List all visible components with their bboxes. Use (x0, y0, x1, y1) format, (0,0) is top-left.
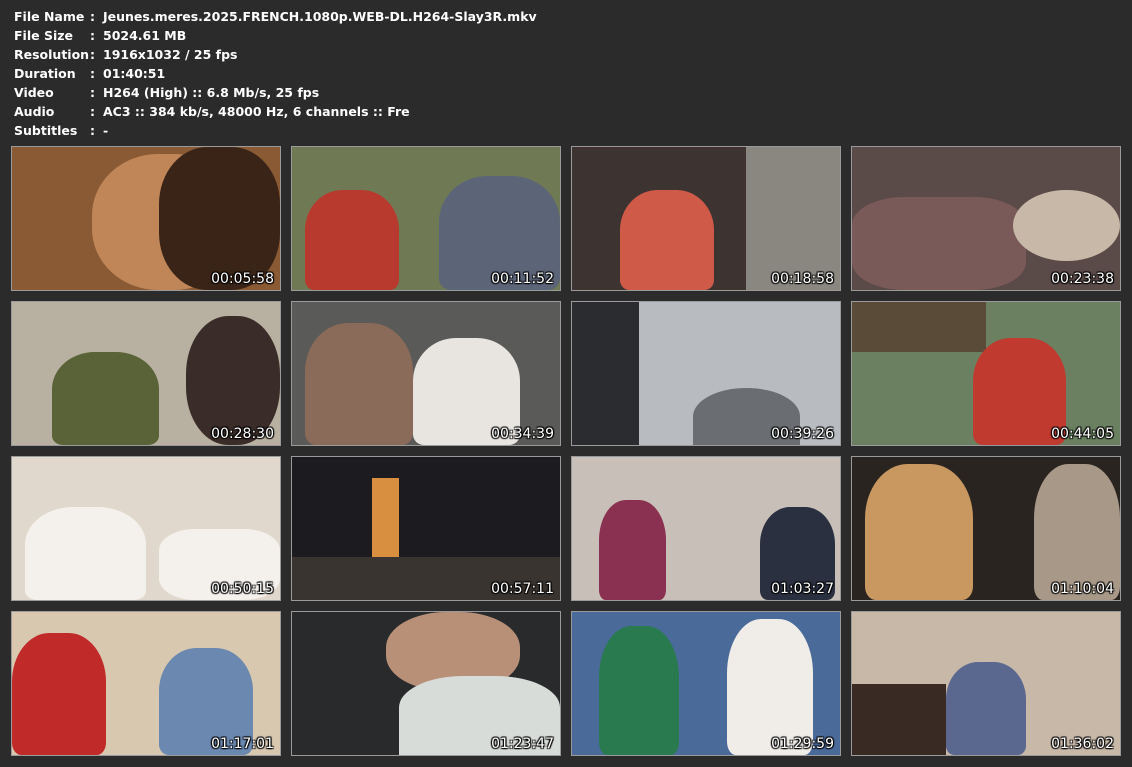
thumbnail-timestamp: 01:10:04 (1051, 581, 1114, 597)
info-label: Audio (14, 104, 55, 119)
info-separator: : (90, 28, 95, 43)
info-separator: : (90, 104, 95, 119)
thumbnail-frame: 00:23:38 (851, 146, 1121, 291)
scene-shape (572, 302, 639, 445)
info-label: File Name (14, 9, 85, 24)
thumbnail-frame: 01:29:59 (571, 611, 841, 756)
thumbnail-frame: 00:44:05 (851, 301, 1121, 446)
info-separator: : (90, 85, 95, 100)
thumbnail-frame: 00:50:15 (11, 456, 281, 601)
thumbnail-timestamp: 01:36:02 (1051, 736, 1114, 752)
scene-shape (159, 147, 280, 290)
scene-shape (598, 499, 666, 600)
scene-shape (852, 197, 1027, 290)
thumbnail-image (852, 612, 1120, 755)
info-label: Video (14, 85, 54, 100)
thumbnail-image (12, 612, 280, 755)
thumbnail-timestamp: 01:03:27 (771, 581, 834, 597)
thumbnail-image (292, 612, 560, 755)
thumbnail-image (292, 147, 560, 290)
thumbnail-timestamp: 01:29:59 (771, 736, 834, 752)
scene-shape (727, 619, 814, 755)
thumbnail-frame: 01:17:01 (11, 611, 281, 756)
info-value: Jeunes.meres.2025.FRENCH.1080p.WEB-DL.H2… (103, 9, 537, 24)
info-row-resolution: Resolution : 1916x1032 / 25 fps (14, 45, 537, 64)
info-label: Subtitles (14, 123, 78, 138)
info-separator: : (90, 47, 95, 62)
thumbnail-timestamp: 00:11:52 (491, 271, 554, 287)
thumbnail-frame: 00:57:11 (291, 456, 561, 601)
info-separator: : (90, 123, 95, 138)
thumbnail-frame: 00:39:26 (571, 301, 841, 446)
info-row-subtitles: Subtitles : - (14, 121, 537, 140)
info-value: 5024.61 MB (103, 28, 187, 43)
scene-shape (305, 323, 413, 445)
thumbnail-frame: 00:28:30 (11, 301, 281, 446)
thumbnail-frame: 01:10:04 (851, 456, 1121, 601)
thumbnail-timestamp: 01:17:01 (211, 736, 274, 752)
thumbnail-image (572, 457, 840, 600)
thumbnail-image (572, 302, 840, 445)
info-row-file-name: File Name : Jeunes.meres.2025.FRENCH.108… (14, 7, 537, 26)
thumbnail-image (572, 612, 840, 755)
thumbnail-timestamp: 00:39:26 (771, 426, 834, 442)
info-value: - (103, 123, 109, 138)
scene-shape (1034, 464, 1120, 600)
thumbnail-timestamp: 00:44:05 (1051, 426, 1114, 442)
thumbnail-timestamp: 00:05:58 (211, 271, 274, 287)
thumbnail-grid: 00:05:58 00:11:52 00:18:58 00:23:38 00:28:30… (11, 146, 1121, 756)
thumbnail-frame: 00:34:39 (291, 301, 561, 446)
scene-shape (52, 352, 160, 445)
thumbnail-image (12, 302, 280, 445)
thumbnail-frame: 00:11:52 (291, 146, 561, 291)
thumbnail-frame: 01:03:27 (571, 456, 841, 601)
scene-shape (746, 147, 840, 290)
thumbnail-image (852, 147, 1120, 290)
thumbnail-timestamp: 00:28:30 (211, 426, 274, 442)
thumbnail-image (292, 457, 560, 600)
info-row-file-size: File Size : 5024.61 MB (14, 26, 537, 45)
info-row-duration: Duration : 01:40:51 (14, 64, 537, 83)
thumbnail-timestamp: 00:57:11 (491, 581, 554, 597)
scene-shape (852, 683, 946, 755)
thumbnail-frame: 01:23:47 (291, 611, 561, 756)
thumbnail-timestamp: 01:23:47 (491, 736, 554, 752)
info-value: 01:40:51 (103, 66, 166, 81)
info-separator: : (90, 66, 95, 81)
info-value: 1916x1032 / 25 fps (103, 47, 238, 62)
thumbnail-frame: 01:36:02 (851, 611, 1121, 756)
scene-shape (945, 662, 1027, 755)
scene-shape (12, 633, 106, 755)
thumbnail-image (852, 302, 1120, 445)
thumbnail-frame: 00:05:58 (11, 146, 281, 291)
scene-shape (305, 189, 400, 290)
info-label: Resolution (14, 47, 90, 62)
info-value: H264 (High) :: 6.8 Mb/s, 25 fps (103, 85, 320, 100)
info-row-video: Video : H264 (High) :: 6.8 Mb/s, 25 fps (14, 83, 537, 102)
thumbnail-image (292, 302, 560, 445)
scene-shape (1012, 189, 1120, 262)
thumbnail-image (12, 457, 280, 600)
info-separator: : (90, 9, 95, 24)
thumbnail-timestamp: 00:23:38 (1051, 271, 1114, 287)
thumbnail-image (12, 147, 280, 290)
thumbnail-image (572, 147, 840, 290)
thumbnail-timestamp: 00:34:39 (491, 426, 554, 442)
info-label: File Size (14, 28, 73, 43)
info-value: AC3 :: 384 kb/s, 48000 Hz, 6 channels ::… (103, 104, 410, 119)
scene-shape (598, 626, 680, 755)
scene-shape (865, 464, 973, 600)
thumbnail-timestamp: 00:18:58 (771, 271, 834, 287)
media-info-panel: File Name : Jeunes.meres.2025.FRENCH.108… (14, 7, 537, 140)
info-row-audio: Audio : AC3 :: 384 kb/s, 48000 Hz, 6 cha… (14, 102, 537, 121)
info-label: Duration (14, 66, 76, 81)
thumbnail-frame: 00:18:58 (571, 146, 841, 291)
scene-shape (852, 302, 986, 353)
scene-shape (620, 189, 715, 290)
thumbnail-timestamp: 00:50:15 (211, 581, 274, 597)
scene-shape (25, 507, 146, 600)
thumbnail-image (852, 457, 1120, 600)
